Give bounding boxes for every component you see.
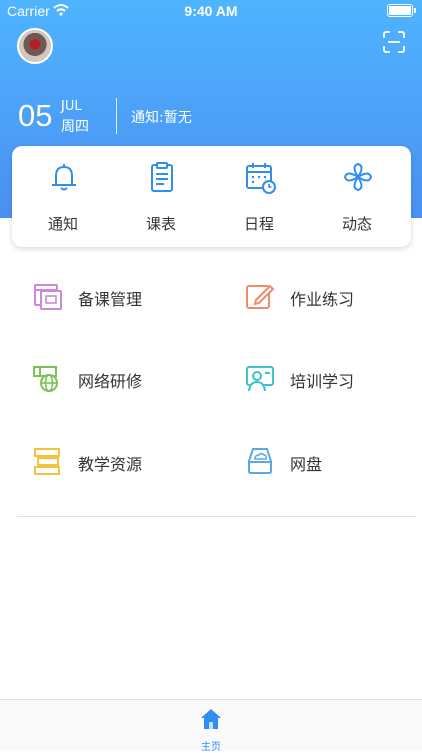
date-weekday: 周四 — [61, 119, 89, 135]
bell-icon — [52, 164, 76, 191]
quick-action-label: 日程 — [243, 215, 274, 233]
quick-actions-card: 通知 课表 日程 动态 — [12, 146, 411, 247]
menu-item-homework[interactable]: 作业练习 — [244, 276, 414, 316]
menu-item-label: 备课管理 — [78, 290, 143, 309]
training-study-icon — [246, 366, 274, 392]
quick-action-label: 课表 — [145, 215, 176, 233]
teaching-resources-icon — [34, 448, 60, 475]
scan-icon[interactable] — [382, 30, 406, 54]
menu-item-lesson-prep[interactable]: 备课管理 — [32, 276, 212, 316]
menu-item-label: 培训学习 — [290, 372, 355, 391]
tab-bar: 主页 — [0, 699, 422, 753]
homework-icon — [246, 284, 275, 309]
home-icon — [201, 709, 221, 729]
status-bar: Carrier 9:40 AM — [0, 0, 422, 22]
quick-action-agenda[interactable]: 日程 — [210, 146, 308, 247]
menu-item-label: 网盘 — [290, 455, 323, 474]
menu-item-training-study[interactable]: 培训学习 — [244, 358, 414, 398]
avatar[interactable] — [17, 28, 53, 64]
menu-item-label: 网络研修 — [78, 372, 143, 391]
date-day: 05 — [18, 98, 53, 133]
quick-action-notice[interactable]: 通知 — [14, 146, 112, 247]
menu-item-cloud-drive[interactable]: 网盘 — [244, 441, 414, 481]
tab-home-label: 主页 — [201, 742, 221, 753]
cloud-drive-icon — [248, 448, 272, 474]
tab-home[interactable]: 主页 — [186, 700, 236, 753]
date-month: JUL — [61, 99, 82, 114]
lesson-prep-icon — [34, 284, 62, 310]
quick-action-label: 通知 — [47, 215, 78, 233]
menu-item-label: 作业练习 — [290, 290, 355, 309]
online-training-icon — [33, 366, 58, 392]
pinwheel-icon — [343, 162, 373, 192]
quick-action-activity[interactable]: 动态 — [308, 146, 406, 247]
menu-item-label: 教学资源 — [78, 455, 143, 474]
clock: 9:40 AM — [184, 3, 238, 19]
menu-item-teaching-resources[interactable]: 教学资源 — [32, 441, 212, 481]
clipboard-icon — [151, 162, 173, 192]
date-divider — [116, 98, 117, 134]
quick-action-schedule[interactable]: 课表 — [112, 146, 210, 247]
menu-item-online-training[interactable]: 网络研修 — [32, 358, 212, 398]
divider — [17, 516, 416, 517]
notice-text[interactable]: 通知:暂无 — [131, 107, 192, 127]
battery-icon — [387, 4, 416, 17]
quick-action-label: 动态 — [341, 215, 372, 233]
calendar-icon — [246, 163, 276, 194]
